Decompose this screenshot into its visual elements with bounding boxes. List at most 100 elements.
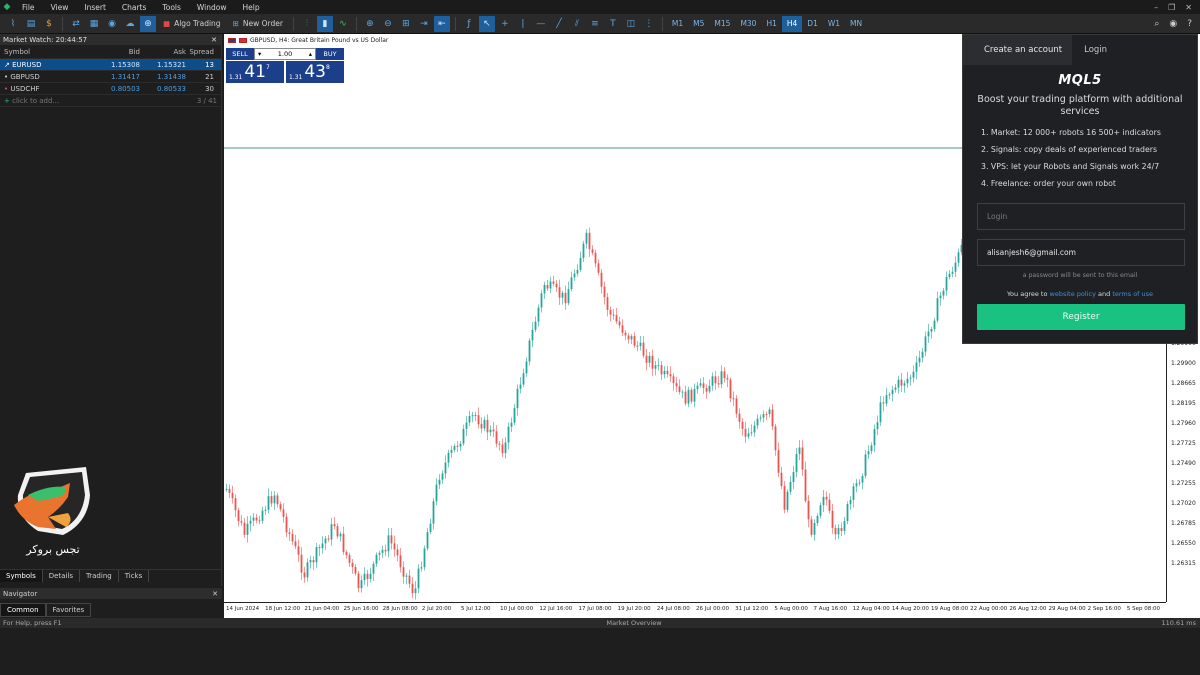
bar-chart-icon[interactable]: ⫶: [299, 16, 315, 32]
tab-common[interactable]: Common: [0, 603, 46, 617]
candle-body: [672, 376, 675, 384]
candle-body: [252, 517, 255, 521]
indicators-icon[interactable]: ƒ: [461, 16, 477, 32]
candle-body: [477, 415, 480, 425]
menu-window[interactable]: Window: [189, 3, 235, 12]
timeframe-h4[interactable]: H4: [781, 15, 803, 32]
add-symbol-row[interactable]: + click to add... 3 / 41: [0, 95, 221, 107]
table-row[interactable]: • GBPUSD 1.31417 1.31438 21: [0, 71, 221, 83]
scroll-icon[interactable]: ⇥: [416, 16, 432, 32]
buy-price[interactable]: 1.31 43 8: [286, 61, 344, 83]
menu-charts[interactable]: Charts: [114, 3, 155, 12]
timeframe-h1[interactable]: H1: [761, 16, 781, 32]
candle-body: [324, 538, 327, 544]
list-item: 3. VPS: let your Robots and Signals work…: [981, 162, 1160, 171]
candle-body: [741, 421, 744, 429]
increase-icon[interactable]: ▴: [309, 50, 312, 58]
candle-body: [930, 329, 933, 332]
zoom-in-icon[interactable]: ⊕: [362, 16, 378, 32]
email-field[interactable]: alisanjesh6@gmail.com: [977, 239, 1185, 266]
candles-icon[interactable]: ▮: [316, 15, 333, 32]
objects-icon[interactable]: ⋮: [641, 16, 657, 32]
profiles-icon[interactable]: ▤: [23, 16, 39, 32]
timeframe-m5[interactable]: M5: [688, 16, 709, 32]
autoscroll-icon[interactable]: ⇤: [433, 15, 450, 32]
timeframe-mn[interactable]: MN: [845, 16, 867, 32]
timeframe-m1[interactable]: M1: [667, 16, 688, 32]
candle-body: [447, 452, 450, 463]
cursor-icon[interactable]: ↖: [478, 15, 495, 32]
tab-trading[interactable]: Trading: [80, 570, 119, 582]
timeframe-d1[interactable]: D1: [802, 16, 823, 32]
menu-help[interactable]: Help: [234, 3, 267, 12]
col-bid[interactable]: Bid: [94, 48, 140, 56]
candle-body: [651, 355, 654, 369]
menu-insert[interactable]: Insert: [76, 3, 114, 12]
register-button[interactable]: Register: [977, 304, 1185, 330]
tab-symbols[interactable]: Symbols: [0, 570, 43, 582]
timeframe-w1[interactable]: W1: [823, 16, 845, 32]
restore-button[interactable]: ❐: [1168, 3, 1175, 12]
time-axis[interactable]: 14 Jun 2024 18 Jun 12:00 21 Jun 04:00 25 Ju…: [224, 602, 1166, 618]
algo-trading-button[interactable]: ■ Algo Trading: [157, 19, 227, 28]
terms-link[interactable]: terms of use: [1112, 290, 1153, 298]
decrease-icon[interactable]: ▾: [258, 50, 261, 58]
table-row[interactable]: ↗ EURUSD 1.15308 1.15321 13: [0, 59, 221, 71]
cloud-icon[interactable]: ☁: [122, 16, 138, 32]
help-icon[interactable]: ?: [1187, 19, 1192, 29]
candle-body: [957, 252, 960, 263]
crosshair-icon[interactable]: +: [497, 16, 513, 32]
col-ask[interactable]: Ask: [140, 48, 187, 56]
status-market-overview[interactable]: Market Overview: [607, 619, 662, 627]
line-chart-icon[interactable]: ∿: [335, 16, 351, 32]
tab-favorites[interactable]: Favorites: [45, 603, 92, 617]
menu-view[interactable]: View: [43, 3, 77, 12]
channel-icon[interactable]: ⫽: [569, 16, 585, 32]
candle-body: [744, 428, 747, 437]
candle-body: [426, 531, 429, 549]
candle-body: [822, 496, 825, 506]
signals-icon[interactable]: ◉: [104, 16, 120, 32]
table-row[interactable]: • USDCHF 0.80503 0.80533 30: [0, 83, 221, 95]
tab-details[interactable]: Details: [43, 570, 81, 582]
text-icon[interactable]: T: [605, 16, 621, 32]
trendline-icon[interactable]: ╱: [551, 16, 567, 32]
candle-body: [840, 528, 843, 531]
close-icon[interactable]: ✕: [211, 36, 221, 44]
close-button[interactable]: ✕: [1185, 3, 1192, 12]
x-tick: 14 Jun 2024: [226, 606, 260, 612]
market-icon[interactable]: ⊕: [140, 15, 156, 32]
col-symbol[interactable]: Symbol: [0, 48, 94, 56]
compare-icon[interactable]: ⇄: [68, 16, 84, 32]
shapes-icon[interactable]: ◫: [623, 16, 639, 32]
tile-icon[interactable]: ⊞: [398, 16, 414, 32]
strategy-icon[interactable]: $: [41, 16, 57, 32]
hline-icon[interactable]: —: [533, 16, 549, 32]
tab-login[interactable]: Login: [1072, 35, 1119, 65]
login-input[interactable]: Login: [977, 203, 1185, 230]
new-order-button[interactable]: ⊞ New Order: [227, 19, 289, 28]
vline-icon[interactable]: |: [515, 16, 531, 32]
sell-button[interactable]: SELL: [226, 48, 254, 60]
buy-button[interactable]: BUY: [316, 48, 344, 60]
lot-size-input[interactable]: ▾ 1.00 ▴: [254, 48, 316, 60]
menu-tools[interactable]: Tools: [154, 3, 188, 12]
new-chart-icon[interactable]: ⌇: [5, 16, 21, 32]
col-spread[interactable]: Spread: [186, 48, 218, 56]
minimize-button[interactable]: –: [1154, 3, 1158, 12]
website-policy-link[interactable]: website policy: [1050, 290, 1096, 298]
candle-body: [663, 370, 666, 375]
search-icon[interactable]: ⌕: [1154, 19, 1159, 29]
zoom-out-icon[interactable]: ⊖: [380, 16, 396, 32]
timeframe-m15[interactable]: M15: [709, 16, 735, 32]
fibo-icon[interactable]: ≡: [587, 16, 603, 32]
panel-headline: Boost your trading platform with additio…: [977, 94, 1183, 117]
tab-create-account[interactable]: Create an account: [963, 35, 1073, 65]
sell-price[interactable]: 1.31 41 7: [226, 61, 284, 83]
timeframe-m30[interactable]: M30: [735, 16, 761, 32]
menu-file[interactable]: File: [14, 3, 43, 12]
tab-ticks[interactable]: Ticks: [119, 570, 150, 582]
data-window-icon[interactable]: ▦: [86, 16, 102, 32]
close-icon[interactable]: ✕: [212, 590, 222, 598]
account-icon[interactable]: ◉: [1169, 19, 1177, 29]
